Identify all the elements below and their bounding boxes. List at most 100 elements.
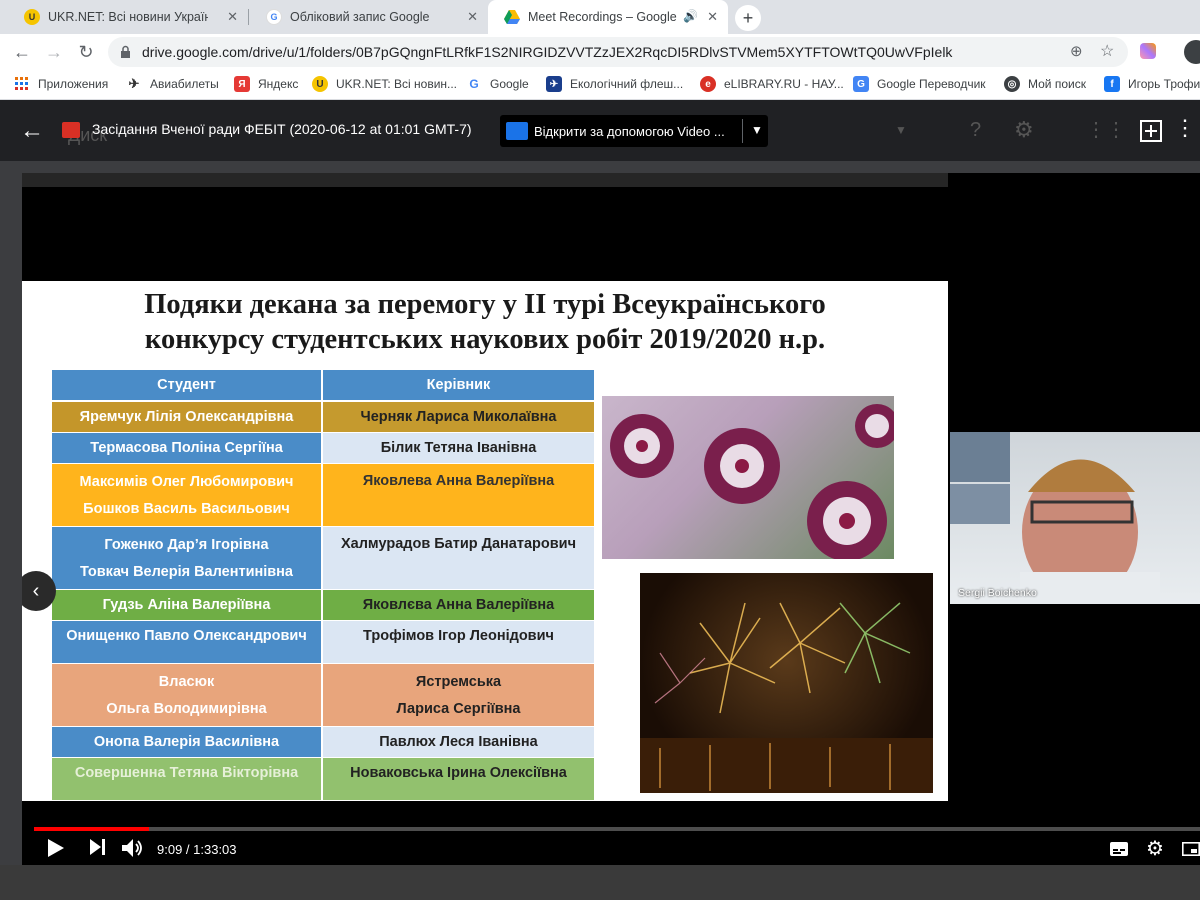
bookmark-label: Игорь Трофи [1128,77,1200,91]
tab-divider [248,9,249,25]
settings-gear-icon[interactable]: ⚙ [1146,836,1164,861]
student-cell: Онопа Валерія Василівна [52,727,321,757]
bookmark-elibrary[interactable]: e eLIBRARY.RU - НАУ... [700,76,844,92]
dropdown-arrow-icon: ▼ [895,123,907,137]
student-name: Совершенна Тетяна Вікторівна [74,765,299,781]
fireworks-image [640,573,933,793]
apps-grid-icon [14,76,30,92]
drive-icon [504,9,520,25]
airplane-blue-icon: ✈ [546,76,562,92]
supervisor-name: Павлюх Леся Іванівна [379,734,538,750]
chevron-down-icon[interactable]: ▼ [751,123,763,137]
slide-title-line1: Подяки декана за перемогу у ІІ турі Всеу… [144,289,826,320]
bookmark-google[interactable]: G Google [466,76,528,92]
supervisor-name: Білик Тетяна Іванівна [380,440,537,456]
tab-meet-recordings[interactable]: Meet Recordings – Google Д 🔊 ✕ [488,0,728,34]
supervisor-cell: Ястремська Лариса Сергіївна [323,664,594,726]
student-cell: Яремчук Лілія Олександрівна [52,402,321,432]
back-icon[interactable]: ← [10,40,34,64]
bookmark-label: Авиабилеты [150,77,219,91]
google-icon: G [469,77,479,91]
supervisor-name: Трофімов Ігор Леонідович [363,628,554,644]
carnation-flowers-image [602,396,894,559]
miniplayer-icon[interactable] [1182,842,1200,856]
supervisor-name: Черняк Лариса Миколаївна [360,409,557,425]
elibrary-icon: e [700,76,716,92]
globe-icon: ◎ [1004,76,1020,92]
supervisor-name: Халмурадов Батир Данатарович [340,536,576,552]
settings-gear-icon: ⚙ [1014,117,1034,142]
next-icon[interactable] [90,839,106,855]
student-name: Максимів Олег Любомирович [79,473,294,490]
close-tab-icon[interactable]: ✕ [707,9,718,25]
audio-playing-icon[interactable]: 🔊 [683,9,698,23]
participant-name: Sergii Boichenko [958,587,1037,599]
time-display: 9:09 / 1:33:03 [157,842,237,857]
seek-bar[interactable] [34,827,1200,831]
bookmark-my-search[interactable]: ◎ Мой поиск [1004,76,1086,92]
tab-google-account[interactable]: G Обліковий запис Google ✕ [250,0,488,34]
player-controls: 9:09 / 1:33:03 ⚙ [22,833,1200,865]
close-tab-icon[interactable]: ✕ [227,9,238,25]
ukrnet-icon: U [24,9,40,25]
file-title: Засідання Вченої ради ФЕБІТ (2020-06-12 … [92,121,472,137]
bookmark-eco-flash[interactable]: ✈ Екологічний флеш... [546,76,683,92]
bookmark-aviabilety[interactable]: ✈ Авиабилеты [126,76,219,92]
bookmark-facebook[interactable]: f Игорь Трофи [1104,76,1200,92]
student-name: Термасова Поліна Сергіїна [90,440,283,456]
supervisor-cell: Білик Тетяна Іванівна [323,433,594,463]
volume-icon[interactable] [122,839,144,857]
translate-icon: G [853,76,869,92]
supervisor-name: Яковлєва Анна Валеріївна [362,597,555,613]
play-icon[interactable] [48,839,64,857]
navigation-bar: ← → ↻ drive.google.com/drive/u/1/folders… [0,34,1200,70]
supervisor-cell: Павлюх Леся Іванівна [323,727,594,757]
lock-icon [121,45,130,58]
participant-video-tile: Sergii Boichenko [950,432,1200,604]
help-icon: ? [970,119,982,141]
yandex-icon: Я [234,76,250,92]
add-search-icon[interactable]: ⊕ [1070,42,1083,60]
bookmark-ukrnet[interactable]: U UKR.NET: Всі новин... [312,76,457,92]
slide-title: Подяки декана за перемогу у ІІ турі Всеу… [22,287,948,357]
open-with-button[interactable]: Відкрити за допомогою Video ... ▼ [500,115,768,147]
profile-avatar[interactable] [1184,40,1200,64]
student-name: Бошков Василь Васильович [83,500,290,517]
student-cell: Максимів Олег Любомирович Бошков Василь … [52,464,321,526]
subtitles-icon[interactable] [1110,842,1128,856]
bookmark-label: Google Переводчик [877,77,986,91]
address-bar[interactable]: drive.google.com/drive/u/1/folders/0B7pG… [108,37,1128,67]
student-cell: Совершенна Тетяна Вікторівна [52,758,321,800]
student-cell: Гоженко Дар’я Ігорівна Товкач Велерія Ва… [52,527,321,589]
tab-ukrnet[interactable]: U UKR.NET: Всі новини України, ос ✕ [8,0,248,34]
url-text: drive.google.com/drive/u/1/folders/0B7pG… [142,44,953,60]
more-vert-icon[interactable]: ⋮ [1174,117,1196,139]
bookmark-google-translate[interactable]: G Google Переводчик [853,76,986,92]
open-with-label: Відкрити за допомогою Video ... [534,124,725,139]
bookmark-label: UKR.NET: Всі новин... [336,77,458,91]
seek-bar-progress [34,827,149,831]
supervisor-name: Новаковська Ірина Олексіївна [350,765,567,781]
bookmark-label: Мой поиск [1028,77,1086,91]
student-cell: Гудзь Аліна Валеріївна [52,590,321,620]
video-player[interactable]: Подяки декана за перемогу у ІІ турі Всеу… [22,173,1200,865]
new-tab-button[interactable]: + [735,5,761,31]
add-to-drive-icon[interactable] [1140,120,1162,142]
drive-video-viewer: Диск ← Засідання Вченої ради ФЕБІТ (2020… [0,101,1200,900]
close-tab-icon[interactable]: ✕ [467,9,478,25]
bookmark-label: Екологічний флеш... [570,77,684,91]
bookmark-yandex[interactable]: Я Яндекс [234,76,298,92]
supervisor-cell: Новаковська Ірина Олексіївна [323,758,594,800]
open-with-divider [742,119,743,143]
reload-icon[interactable]: ↻ [74,40,98,64]
tab-title: Meet Recordings – Google Д [528,10,678,24]
bookmark-star-icon[interactable]: ☆ [1100,41,1114,61]
back-arrow-icon[interactable]: ← [20,119,44,143]
bookmark-apps[interactable]: Приложения [14,76,108,92]
google-icon: G [266,9,282,25]
supervisor-name: Лариса Сергіївна [396,700,521,717]
forward-icon[interactable]: → [42,40,66,64]
instagram-extension-icon[interactable] [1140,43,1156,59]
student-name: Онопа Валерія Василівна [93,734,280,750]
student-name: Гоженко Дар’я Ігорівна [104,536,269,553]
